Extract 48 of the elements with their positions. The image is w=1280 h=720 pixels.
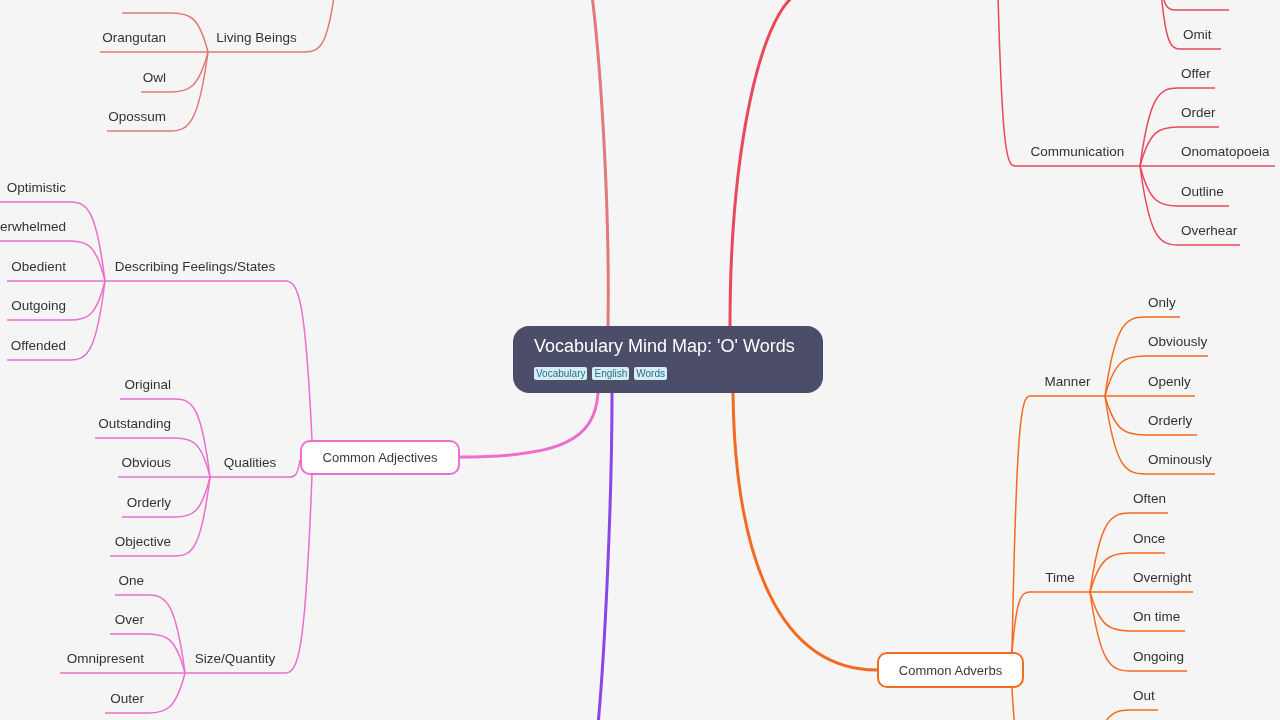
leaf-topic[interactable]: Obedient <box>11 257 66 277</box>
subtopic-label[interactable]: Manner <box>1030 372 1105 392</box>
leaf-topic[interactable]: Over <box>114 610 144 630</box>
leaf-topic[interactable]: Obvious <box>121 453 171 473</box>
leaf-topic[interactable]: Once <box>1133 529 1166 549</box>
leaf-topic[interactable]: Order <box>1181 103 1216 123</box>
central-title: Vocabulary Mind Map: 'O' Words <box>534 336 795 357</box>
leaf-topic[interactable]: Orangutan <box>102 28 166 48</box>
topic-node[interactable]: Common Adverbs <box>877 652 1024 688</box>
leaf-topic[interactable]: erwhelmed <box>0 217 66 237</box>
leaf-topic[interactable]: Outgoing <box>11 296 66 316</box>
leaf-topic[interactable]: Orderly <box>1148 411 1193 431</box>
leaf-topic[interactable]: Offended <box>10 336 66 356</box>
subtopic-label[interactable]: Time <box>1030 568 1090 588</box>
subtopic-label[interactable]: Describing Feelings/States <box>105 257 285 277</box>
leaf-topic[interactable]: Offer <box>1181 64 1211 84</box>
leaf-topic[interactable]: Owl <box>142 68 166 88</box>
leaf-topic[interactable]: Outstanding <box>98 414 171 434</box>
leaf-topic[interactable]: Outer <box>110 689 144 709</box>
leaf-topic[interactable]: Onomatopoeia <box>1181 142 1270 162</box>
topic-node[interactable]: Common Adjectives <box>300 440 460 475</box>
leaf-topic[interactable]: Objective <box>114 532 171 552</box>
subtopic-label[interactable]: Qualities <box>210 453 290 473</box>
subtopic-label[interactable]: Living Beings <box>208 28 305 48</box>
leaf-topic[interactable]: Overhear <box>1181 221 1238 241</box>
subtopic-label[interactable]: Size/Quantity <box>185 649 285 669</box>
leaf-topic[interactable]: Openly <box>1148 372 1191 392</box>
central-node[interactable]: Vocabulary Mind Map: 'O' Words Vocabulary English Words <box>513 326 823 393</box>
leaf-topic[interactable]: Overnight <box>1133 568 1192 588</box>
leaf-topic[interactable]: Original <box>124 375 171 395</box>
tag: English <box>592 367 630 380</box>
leaf-topic[interactable]: Ongoing <box>1133 647 1185 667</box>
leaf-topic[interactable]: Orderly <box>126 493 171 513</box>
leaf-topic[interactable]: On time <box>1133 607 1181 627</box>
leaf-topic[interactable]: Obviously <box>1148 332 1208 352</box>
leaf-topic[interactable]: Opossum <box>108 107 166 127</box>
leaf-topic[interactable]: Only <box>1148 293 1176 313</box>
leaf-topic[interactable]: Out <box>1133 686 1155 706</box>
leaf-topic[interactable]: Optimistic <box>6 178 66 198</box>
leaf-topic[interactable]: Omnipresent <box>66 649 144 669</box>
leaf-topic[interactable]: Ominously <box>1148 450 1212 470</box>
leaf-topic[interactable]: Outline <box>1181 182 1224 202</box>
leaf-topic[interactable]: Often <box>1133 489 1167 509</box>
subtopic-label[interactable]: Communication <box>1015 142 1140 162</box>
leaf-topic[interactable]: Omit <box>1183 25 1212 45</box>
tag: Words <box>634 367 667 380</box>
tag: Vocabulary <box>534 367 588 380</box>
leaf-topic[interactable]: One <box>118 571 144 591</box>
